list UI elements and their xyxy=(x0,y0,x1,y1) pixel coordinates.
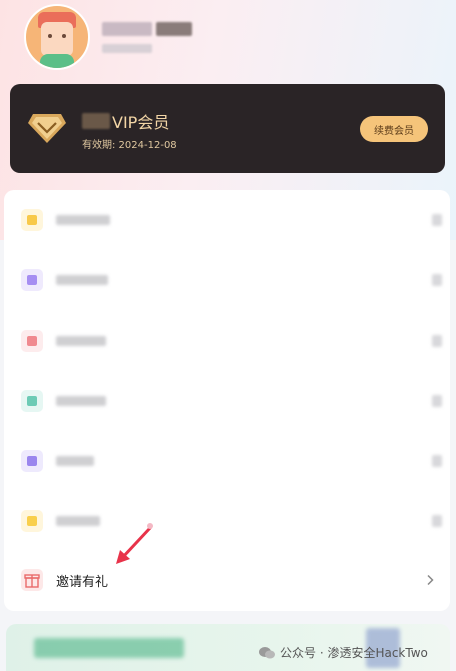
wechat-icon xyxy=(259,646,275,658)
star-icon xyxy=(21,510,43,532)
username-area xyxy=(102,21,192,53)
menu-item-4[interactable] xyxy=(4,379,450,423)
menu-value-redacted xyxy=(432,274,442,286)
vip-name: VIP会员 xyxy=(112,113,170,132)
username-redacted-2 xyxy=(156,21,192,36)
vip-card[interactable]: VIP会员 有效期: 2024-12-08 续费会员 xyxy=(10,84,445,173)
invite-gift-label: 邀请有礼 xyxy=(56,574,109,590)
menu-item-2[interactable] xyxy=(4,258,450,302)
watermark: 公众号 · 渗透安全HackTwo xyxy=(258,644,428,661)
arrow-annotation-icon xyxy=(116,523,153,564)
banner-text-redacted xyxy=(34,638,184,658)
gift-icon xyxy=(21,569,43,591)
menu-label-redacted xyxy=(56,396,106,406)
leaf-icon xyxy=(21,390,43,412)
renew-membership-button[interactable]: 续费会员 xyxy=(360,116,428,142)
menu-value-redacted xyxy=(432,335,442,347)
menu-label-redacted xyxy=(56,516,100,526)
grid-icon xyxy=(21,269,43,291)
avatar[interactable] xyxy=(24,4,90,70)
heart-icon xyxy=(21,330,43,352)
menu-label-redacted xyxy=(56,336,106,346)
box-icon xyxy=(21,450,43,472)
menu-item-3[interactable] xyxy=(4,319,450,363)
chevron-right-icon xyxy=(427,574,434,586)
username-redacted xyxy=(102,21,152,36)
diamond-icon xyxy=(28,114,66,143)
menu-value-redacted xyxy=(432,455,442,467)
menu-value-redacted xyxy=(432,395,442,407)
menu-label-redacted xyxy=(56,275,108,285)
menu-value-redacted xyxy=(432,515,442,527)
menu-value-redacted xyxy=(432,214,442,226)
menu-item-5[interactable] xyxy=(4,439,450,483)
watermark-text: 公众号 · 渗透安全HackTwo xyxy=(280,646,428,660)
vip-level-redacted xyxy=(82,113,110,129)
document-icon xyxy=(21,209,43,231)
menu-card: 邀请有礼 xyxy=(4,190,450,611)
menu-label-redacted xyxy=(56,456,94,466)
user-subtitle-redacted xyxy=(102,43,152,53)
menu-item-1[interactable] xyxy=(4,198,450,242)
user-profile[interactable] xyxy=(24,4,192,70)
invite-gift-item[interactable]: 邀请有礼 xyxy=(4,558,450,602)
menu-label-redacted xyxy=(56,215,110,225)
vip-title: VIP会员 xyxy=(82,109,169,133)
menu-item-6[interactable] xyxy=(4,499,450,543)
vip-expiry: 有效期: 2024-12-08 xyxy=(82,140,177,151)
